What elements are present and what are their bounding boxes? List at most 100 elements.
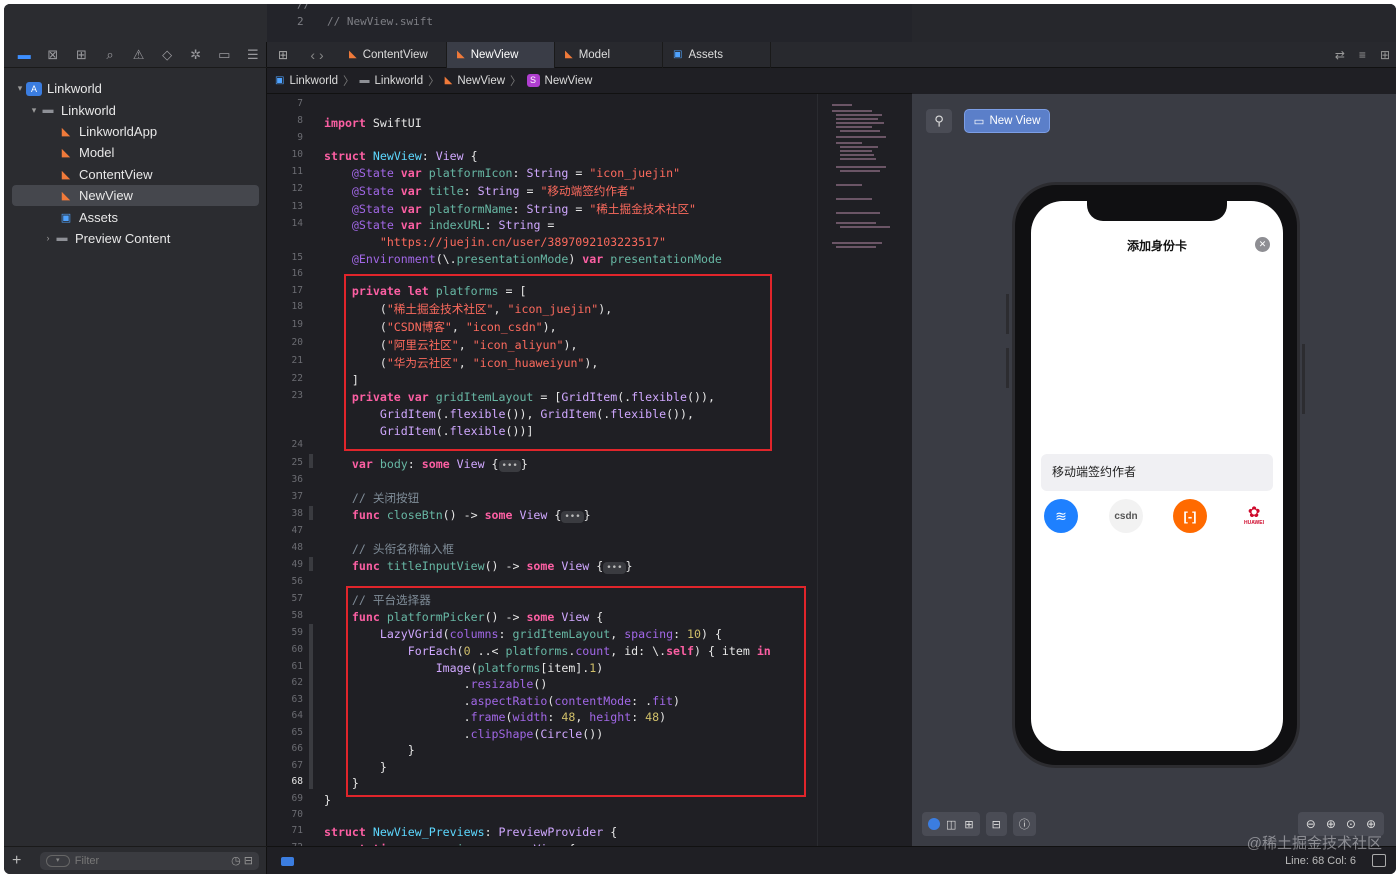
- tab-newview[interactable]: ◣ NewView: [447, 41, 555, 68]
- tree-item-label: NewView: [79, 188, 133, 204]
- filter-field[interactable]: ▾ Filter ◷ ⊟: [39, 851, 259, 870]
- tree-item-file-selected[interactable]: ◣ NewView: [12, 184, 259, 207]
- fold-ribbon[interactable]: [309, 624, 313, 789]
- fold-ribbon[interactable]: [309, 506, 313, 520]
- breadcrumb-item[interactable]: NewView: [545, 75, 593, 87]
- highlight-box: [344, 274, 772, 451]
- chevron-down-icon[interactable]: ▾: [28, 105, 40, 116]
- cursor-position: Line: 68 Col: 6: [1285, 855, 1356, 867]
- symbol-icon[interactable]: ⊞: [67, 47, 96, 63]
- device-settings-button[interactable]: ⊟: [985, 812, 1007, 836]
- tab-label: Model: [578, 48, 611, 61]
- close-icon[interactable]: ✕: [1255, 237, 1270, 252]
- tab-label: Assets: [688, 48, 723, 61]
- tree-item-label: ContentView: [79, 166, 153, 182]
- editor-options-icon[interactable]: ≡: [1359, 48, 1366, 62]
- navigator-toolbar: ▬ ⊠ ⊞ ⌕ ⚠ ◇ ✲ ▭ ☰: [4, 42, 267, 68]
- tree-item-file[interactable]: ◣ Model: [4, 142, 267, 163]
- pin-icon[interactable]: ⚲: [926, 109, 952, 133]
- tree-item-project[interactable]: ▾ A Linkworld: [4, 78, 267, 99]
- project-icon: A: [26, 81, 42, 96]
- editor-tab-bar: ⊞ ‹ › ◣ ContentView ◣ NewView ◣ Model ▣ …: [267, 41, 1396, 68]
- navigator-titlebar: [4, 4, 267, 42]
- test-icon[interactable]: ◇: [153, 47, 182, 63]
- swift-icon: ◣: [61, 190, 71, 203]
- find-icon[interactable]: ⌕: [96, 47, 125, 63]
- huawei-label: HUAWEI: [1244, 520, 1264, 526]
- inspector-toggle-icon[interactable]: [1372, 854, 1386, 867]
- recent-files-icon[interactable]: ◷ ⊟: [231, 854, 253, 867]
- swift-icon: ◣: [61, 147, 71, 160]
- tab-model[interactable]: ◣ Model: [555, 41, 663, 68]
- add-icon[interactable]: +: [12, 852, 30, 870]
- add-editor-icon[interactable]: ⊞: [1380, 48, 1390, 62]
- back-forward-icon[interactable]: ‹ ›: [295, 47, 339, 63]
- csdn-label: csdn: [1114, 510, 1138, 522]
- source-editor[interactable]: 7 8 9 10 11 12 13 14 15 16 17 18 19 20 2…: [267, 94, 817, 846]
- chevron-right-icon: 〉: [343, 75, 355, 88]
- tree-item-file[interactable]: ◣ ContentView: [4, 164, 267, 185]
- csdn-icon[interactable]: csdn: [1109, 499, 1143, 533]
- tree-item-assets[interactable]: ▣ Assets: [4, 206, 267, 227]
- orientation-button[interactable]: ⓘ: [1012, 812, 1036, 836]
- phone-screen: 添加身份卡 ✕ 移动端签约作者 ≋ csdn [-] ✿ HUAWEI: [1031, 201, 1283, 751]
- tree-item-group[interactable]: › ▬ Preview Content: [4, 228, 267, 249]
- tab-label: NewView: [470, 48, 519, 61]
- fold-ribbon[interactable]: [309, 454, 313, 468]
- chevron-down-icon[interactable]: ▾: [14, 83, 26, 94]
- tab-assets[interactable]: ▣ Assets: [663, 41, 771, 68]
- xcode-window: ▬ ⊠ ⊞ ⌕ ⚠ ◇ ✲ ▭ ☰ ▾ A Linkworld ▾ ▬ Link…: [4, 4, 1396, 874]
- line-gutter: 7 8 9 10 11 12 13 14 15 16 17 18 19 20 2…: [291, 98, 303, 846]
- swift-icon: ◣: [61, 125, 71, 138]
- minimap[interactable]: [817, 94, 912, 846]
- aliyun-icon[interactable]: [-]: [1173, 499, 1207, 533]
- filter-options-icon[interactable]: ▾: [45, 854, 70, 867]
- sheet-title: 添加身份卡: [1126, 239, 1187, 253]
- phone-side-button: [1302, 344, 1305, 414]
- select-icon[interactable]: ◫: [946, 818, 956, 831]
- issue-icon[interactable]: ⚠: [124, 47, 153, 63]
- folder-icon: ▬: [56, 232, 68, 245]
- swift-icon: ◣: [444, 75, 453, 86]
- live-preview-button[interactable]: ◫ ⊞: [922, 812, 980, 836]
- breadcrumb-item[interactable]: Linkworld: [375, 75, 424, 87]
- filter-placeholder: Filter: [74, 854, 100, 867]
- phone-side-button: [1006, 294, 1009, 334]
- variants-icon[interactable]: ⊞: [964, 818, 973, 831]
- huawei-icon[interactable]: ✿ HUAWEI: [1237, 499, 1271, 533]
- fold-ribbon[interactable]: [309, 557, 313, 571]
- zoom-fit-icon[interactable]: ⊙: [1346, 817, 1356, 831]
- tree-item-file[interactable]: ◣ LinkworldApp: [4, 121, 267, 142]
- line-number: 2: [297, 15, 304, 28]
- debug-area-toggle-icon[interactable]: [281, 857, 294, 866]
- tree-item-group[interactable]: ▾ ▬ Linkworld: [4, 99, 267, 120]
- tab-contentview[interactable]: ◣ ContentView: [339, 41, 447, 68]
- project-icon: ▣: [275, 75, 285, 86]
- tab-label: ContentView: [362, 48, 428, 61]
- status-bar: Line: 68 Col: 6: [267, 846, 1396, 874]
- chevron-right-icon[interactable]: ›: [42, 233, 54, 243]
- folder-icon[interactable]: ▬: [10, 47, 39, 62]
- source-control-icon[interactable]: ⊠: [39, 47, 68, 63]
- juejin-icon[interactable]: ≋: [1044, 499, 1078, 533]
- report-icon[interactable]: ☰: [239, 47, 268, 63]
- breadcrumb-item[interactable]: NewView: [457, 75, 505, 87]
- file-tree: ▾ A Linkworld ▾ ▬ Linkworld ◣ LinkworldA…: [4, 78, 267, 249]
- zoom-in-icon[interactable]: ⊕: [1326, 817, 1336, 831]
- huawei-logo: ✿: [1247, 504, 1261, 521]
- breadcrumb-item[interactable]: Linkworld: [289, 75, 338, 87]
- breadcrumb: ▣ Linkworld 〉 ▬ Linkworld 〉 ◣ NewView 〉 …: [267, 68, 912, 94]
- swap-icon[interactable]: ⇄: [1335, 48, 1345, 62]
- preview-new-view-button[interactable]: ▭ New View: [964, 109, 1050, 133]
- zoom-out-icon[interactable]: ⊖: [1306, 817, 1316, 831]
- title-input[interactable]: 移动端签约作者: [1041, 454, 1273, 491]
- debug-icon[interactable]: ✲: [181, 47, 210, 63]
- folder-icon: ▬: [42, 104, 54, 117]
- breakpoint-icon[interactable]: ▭: [210, 47, 239, 63]
- settings-icon: ⊟: [991, 818, 1001, 831]
- swift-icon: ◣: [565, 49, 573, 60]
- watermark: @稀土掘金技术社区: [1246, 835, 1382, 852]
- grid-icon[interactable]: ⊞: [271, 48, 295, 62]
- canvas-titlebar: [912, 4, 1396, 42]
- zoom-actual-icon[interactable]: ⊕: [1366, 817, 1376, 831]
